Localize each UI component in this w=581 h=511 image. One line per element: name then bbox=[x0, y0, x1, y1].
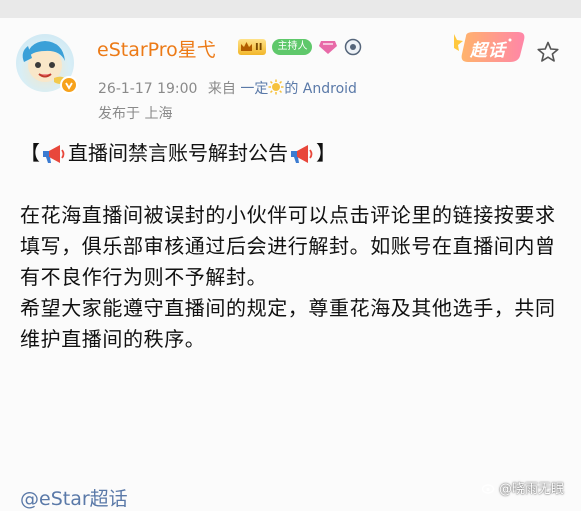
level-badge[interactable]: II bbox=[238, 39, 267, 55]
post-time: 26-1-17 19:00 bbox=[98, 81, 198, 97]
user-badges: II 主持人 bbox=[238, 38, 362, 56]
bracket-close: 】 bbox=[316, 141, 336, 165]
username[interactable]: eStarPro星弋 bbox=[97, 35, 216, 62]
watermark-text: @晓雨无眠 bbox=[499, 482, 565, 497]
post-location: 发布于 上海 bbox=[98, 106, 173, 122]
verified-badge-icon bbox=[60, 76, 78, 94]
chaohua-label: 超话 bbox=[470, 41, 506, 61]
announcement-heading: 【 直播间禁言账号解封公告 】 bbox=[20, 138, 568, 169]
sun-emoji-icon bbox=[268, 79, 284, 95]
megaphone-icon bbox=[291, 144, 313, 163]
post-paragraph-2: 希望大家能遵守直播间的规定，尊重花海及其他选手，共同维护直播间的秩序。 bbox=[20, 296, 556, 351]
from-label: 来自 bbox=[207, 81, 236, 97]
source-suffix: 的 Android bbox=[284, 81, 357, 97]
source-prefix: 一定 bbox=[240, 81, 269, 97]
gem-badge-icon[interactable] bbox=[318, 39, 338, 55]
crown-icon bbox=[241, 42, 252, 51]
post-source[interactable]: 一定的 Android bbox=[240, 79, 357, 97]
favorite-star-icon[interactable] bbox=[536, 40, 560, 64]
post-content: 【 直播间禁言账号解封公告 】 在花海直播间被误封的小伙伴可以点击评论里的链接按… bbox=[20, 138, 568, 355]
announcement-title: 直播间禁言账号解封公告 bbox=[68, 141, 288, 165]
host-badge[interactable]: 主持人 bbox=[272, 39, 313, 55]
topic-link[interactable]: @eStar超话 bbox=[20, 484, 128, 511]
top-strip bbox=[0, 0, 581, 18]
watermark: @晓雨无眠 bbox=[482, 478, 564, 497]
level-label: II bbox=[255, 41, 263, 53]
post-paragraph-1: 在花海直播间被误封的小伙伴可以点击评论里的链接按要求填写，俱乐部审核通过后会进行… bbox=[20, 203, 556, 289]
weibo-logo-icon bbox=[482, 483, 495, 494]
post-meta: 26-1-17 19:00 来自 一定的 Android bbox=[98, 78, 357, 98]
bracket-open: 【 bbox=[20, 141, 40, 165]
megaphone-icon bbox=[43, 144, 65, 163]
medal-badge-icon[interactable] bbox=[344, 38, 362, 56]
